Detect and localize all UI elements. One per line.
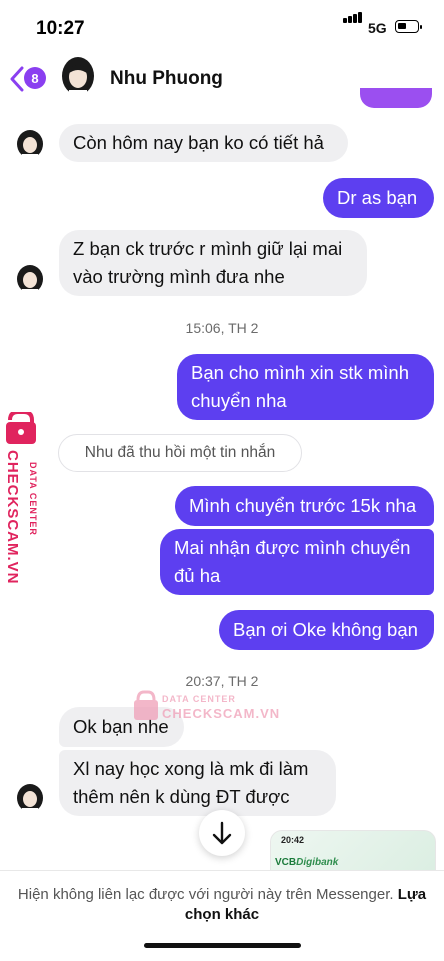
- watermark-label: DATA CENTER: [162, 694, 236, 704]
- contact-avatar[interactable]: [60, 56, 96, 98]
- contact-name[interactable]: Nhu Phuong: [110, 68, 223, 90]
- back-chevron-icon[interactable]: [10, 66, 24, 92]
- checkscam-watermark-center: DATA CENTER CHECKSCAM.VN: [134, 690, 280, 721]
- recalled-message-notice: Nhu đã thu hồi một tin nhắn: [58, 434, 302, 472]
- home-indicator: [144, 943, 301, 948]
- message-outgoing[interactable]: Bạn ơi Oke không bạn: [219, 610, 434, 650]
- message-outgoing[interactable]: Dr as bạn: [323, 178, 434, 218]
- status-time: 10:27: [36, 18, 85, 39]
- timestamp: 20:37, TH 2: [185, 673, 259, 689]
- status-bar: 10:27 5G: [0, 0, 444, 52]
- watermark-brand: CHECKSCAM.VN: [4, 450, 21, 585]
- contact-avatar-small: [17, 265, 43, 295]
- thumbnail-time: 20:42: [281, 835, 305, 845]
- message-outgoing[interactable]: Bạn cho mình xin stk mình chuyển nha: [177, 354, 434, 420]
- battery-icon: [395, 20, 422, 33]
- message-outgoing[interactable]: Mai nhận được mình chuyển đủ ha: [160, 529, 434, 595]
- checkscam-watermark-logo: CHECKSCAM.VN DATA CENTER: [4, 412, 38, 585]
- contact-avatar-small: [17, 130, 43, 160]
- contact-avatar-small: [17, 784, 43, 814]
- network-type: 5G: [368, 20, 387, 36]
- unread-badge[interactable]: 8: [24, 67, 46, 89]
- watermark-label: DATA CENTER: [28, 462, 38, 536]
- previous-message-bubble: [360, 88, 432, 108]
- arrow-down-icon: [212, 821, 232, 845]
- message-incoming[interactable]: Còn hôm nay bạn ko có tiết hả: [59, 124, 348, 162]
- thumbnail-bank-logo: VCBDigibank: [275, 857, 339, 868]
- message-incoming[interactable]: Xl nay học xong là mk đi làm thêm nên k …: [59, 750, 336, 816]
- message-outgoing[interactable]: Mình chuyển trước 15k nha: [175, 486, 434, 526]
- timestamp: 15:06, TH 2: [185, 320, 259, 336]
- scroll-to-bottom-button[interactable]: [199, 810, 245, 856]
- watermark-brand: CHECKSCAM.VN: [162, 706, 280, 721]
- message-incoming[interactable]: Z bạn ck trước r mình giữ lại mai vào tr…: [59, 230, 367, 296]
- footer-notice: Hiện không liên lạc được với người này t…: [17, 886, 427, 923]
